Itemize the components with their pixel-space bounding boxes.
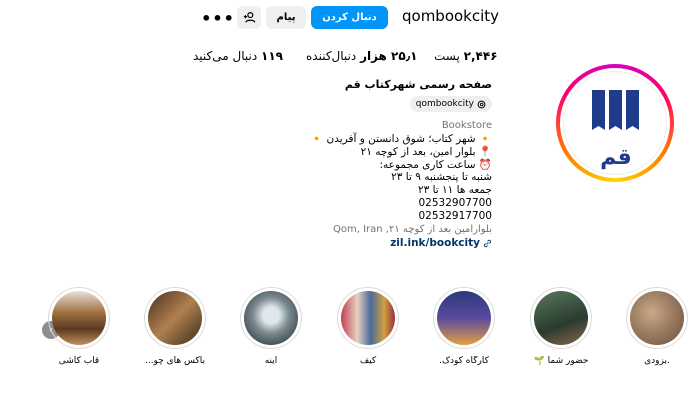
phone-number: 02532907700 (418, 197, 493, 209)
highlight-thumbnail (534, 291, 588, 345)
posts-value: ۲,۴۴۶ (463, 49, 498, 63)
bookcity-logo: قم (592, 90, 639, 170)
highlight-thumbnail (148, 291, 202, 345)
phone-number: 02532917700 (418, 210, 493, 222)
highlight-label: کیف (359, 356, 377, 366)
following-value: ۱۱۹ (261, 49, 283, 63)
story-highlight[interactable]: حضور شما 🌱 (529, 287, 593, 366)
highlight-label: کارگاه کودک. (439, 356, 489, 366)
bio-line: جمعه ها ۱۱ تا ۲۳ (417, 184, 492, 196)
threads-icon (477, 100, 486, 108)
profile-link-text: zil.ink/bookcity (390, 237, 480, 249)
profile-link[interactable]: zil.ink/bookcity (390, 237, 492, 249)
profile-avatar[interactable]: قم (556, 64, 674, 182)
profile-category: Bookstore (441, 120, 492, 131)
story-highlight[interactable]: کیف (336, 287, 400, 366)
bio-line: 📍 بلوار امین، بعد از کوچه ۲۱ (360, 146, 492, 158)
follow-button[interactable]: دنبال کردن (311, 6, 388, 29)
profile-full-name: صفحه رسمی شهرکتاب قم (344, 78, 492, 91)
highlight-label: باکس های چو... (144, 356, 206, 366)
threads-badge[interactable]: qombookcity (409, 96, 492, 112)
highlight-thumbnail (341, 291, 395, 345)
highlight-thumbnail (244, 291, 298, 345)
highlight-thumbnail (437, 291, 491, 345)
person-add-icon (243, 12, 255, 23)
link-icon (483, 239, 492, 247)
story-highlight[interactable]: کارگاه کودک. (432, 287, 496, 366)
message-button[interactable]: پیام (266, 6, 306, 29)
avatar-text: قم (600, 145, 632, 170)
profile-username: qombookcity (402, 7, 500, 25)
followers-label: دنبال‌کننده (306, 49, 357, 63)
following-count[interactable]: ۱۱۹ دنبال می‌کنید (193, 49, 283, 63)
highlight-thumbnail (52, 291, 106, 345)
more-options-icon[interactable]: ••• (201, 8, 234, 28)
profile-address[interactable]: بلوارامین بعد از کوچه ۲۱, Qom, Iran (333, 224, 492, 235)
suggest-accounts-button[interactable] (237, 6, 261, 29)
bio-line: 🔸 شهر کتاب؛ شوق دانستن و آفریدن 🔸 (310, 133, 492, 145)
story-highlight[interactable]: آینه (239, 287, 303, 366)
following-label: دنبال می‌کنید (193, 49, 258, 63)
highlight-label: آینه (264, 356, 278, 366)
highlight-label: .بزودی (644, 356, 670, 366)
highlight-label: قاب کاشی (58, 356, 100, 366)
highlight-label: حضور شما 🌱 (533, 356, 589, 366)
story-highlight[interactable]: باکس های چو... (143, 287, 207, 366)
threads-handle: qombookcity (415, 99, 474, 109)
posts-count: ۲,۴۴۶ پست (434, 49, 498, 63)
bio-line: شنبه تا پنجشنبه ۹ تا ۲۳ (391, 171, 492, 183)
story-highlight[interactable]: .بزودی (625, 287, 689, 366)
bio-line: ⏰ ساعت کاری مجموعه: (379, 159, 492, 171)
story-highlight[interactable]: قاب کاشی (47, 287, 111, 366)
posts-label: پست (434, 49, 460, 63)
followers-count[interactable]: ۲۵٫۱ هزار دنبال‌کننده (306, 49, 418, 63)
highlight-thumbnail (630, 291, 684, 345)
followers-value: ۲۵٫۱ هزار (360, 49, 418, 63)
